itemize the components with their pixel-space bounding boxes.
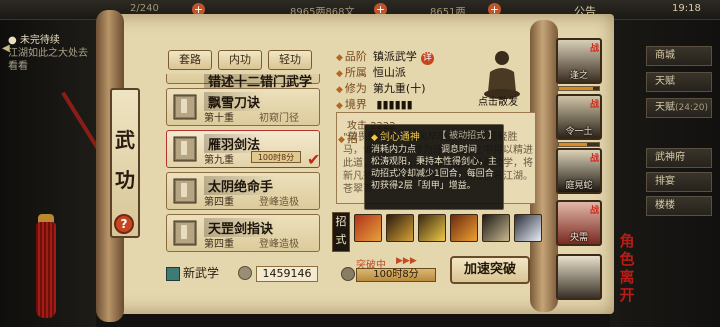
moves-label: 招式 [332, 212, 350, 252]
tooltip-tag: 【 被动招式 】 [437, 131, 497, 141]
tab-qinggong[interactable]: 轻功 [268, 50, 312, 70]
list-item[interactable]: 天罡剑指诀 第四重 登峰造极 [166, 214, 320, 252]
tooltip-desc: 松涛观阳，秉持本性得剑心，主动招式冷却减少1回合，每回合初获得2层「刮甲」增益。 [371, 157, 498, 191]
art-timer: 100时8分 [251, 151, 301, 163]
collapse-arrow-icon[interactable]: ◀ [2, 42, 10, 55]
portrait-level-bar [558, 142, 600, 147]
detail-grade: ◆ 品阶 镇派武学详 [336, 50, 434, 65]
quest-desc: 江湖如此之大处去看看 [8, 48, 88, 72]
character-portrait[interactable]: 战令一土 [556, 94, 602, 140]
wushen-button[interactable]: 武神府 [646, 148, 712, 168]
tab-inner-power[interactable]: 内功 [218, 50, 262, 70]
coin-icon [238, 266, 252, 280]
tassel [36, 222, 56, 318]
talent-timer-button[interactable]: 天赋(24:20) [646, 98, 712, 118]
new-art-button[interactable]: 新武学 [166, 264, 228, 284]
character-portrait[interactable]: 战逢之 [556, 38, 602, 84]
list-item[interactable]: 飘雪刀诀 第十重 初窥门径 [166, 88, 320, 126]
detail-faction: ◆ 所属 恒山派 [336, 66, 406, 79]
art-level: 第四重 [204, 197, 234, 208]
clock-time: 19:18 [672, 3, 701, 14]
martial-arts-list[interactable]: 错述十二错门武学 飘雪刀诀 第十重 初窥门径 雁羽剑法 第九重 100时8分 太… [166, 74, 322, 262]
art-stage: 登峰造极 [259, 197, 299, 208]
shop-button[interactable]: 商城 [646, 46, 712, 66]
clock-icon [341, 267, 355, 281]
burst-strike-icon[interactable] [514, 214, 542, 242]
tooltip-cooldown: 调息时间 [441, 145, 478, 155]
list-item[interactable]: 太阴绝命手 第四重 登峰造极 [166, 172, 320, 210]
grade-badge[interactable]: 详 [420, 52, 434, 65]
character-portrait[interactable] [556, 254, 602, 300]
breakthrough-timer: 100时8分 [356, 268, 436, 282]
talent-button[interactable]: 天赋 [646, 72, 712, 92]
tab-routines[interactable]: 套路 [168, 50, 212, 70]
character-portrait[interactable]: 战央需 [556, 200, 602, 246]
selected-check-icon: ✔ [307, 150, 321, 169]
quest-title: 未完待续 [19, 35, 60, 46]
list-item-selected[interactable]: 雁羽剑法 第九重 100时8分 [166, 130, 320, 168]
art-level: 第十重 [204, 113, 234, 124]
banquet-button[interactable]: 排宴 [646, 172, 712, 192]
book-icon [173, 94, 197, 120]
art-stage: 登峰造极 [259, 239, 299, 250]
speed-up-breakthrough-button[interactable]: 加速突破 [450, 256, 530, 284]
tooltip-cost: 消耗内力点 [371, 145, 417, 155]
flame-blade-icon[interactable] [450, 214, 478, 242]
art-level: 第九重 [204, 155, 234, 166]
leave-character-stamp[interactable]: 角色离开 [612, 232, 642, 304]
sword-slash-icon[interactable] [354, 214, 382, 242]
coin-amount: 1459146 [256, 266, 318, 282]
book-icon [173, 178, 197, 204]
skill-tooltip: ◆ 剑心通神 【 被动招式 】 消耗内力点 调息时间 松涛观阳，秉持本性得剑心，主… [364, 124, 504, 210]
book-icon [173, 136, 197, 162]
character-portrait[interactable]: 战庭晃蛇 [556, 148, 602, 194]
chevrons-icon: ▶▶▶ [396, 256, 417, 266]
art-level: 第四重 [204, 239, 234, 250]
gold-strike-icon[interactable] [418, 214, 446, 242]
detail-realm: ◆ 境界 ▮▮▮▮▮▮ [336, 98, 413, 111]
move-key: ◆ 招 [338, 132, 358, 145]
question-icon[interactable]: ? [114, 214, 134, 234]
realm-bars: ▮▮▮▮▮▮ [372, 98, 413, 111]
quest-tracker[interactable]: ◀ ● 未完待续 江湖如此之大处去看看 [2, 34, 88, 73]
detail-cultivation: ◆ 修为 第九重(十) [336, 82, 426, 95]
disperse-button[interactable]: 点击散发 [478, 93, 518, 108]
stamina-value: 2/240 [130, 3, 159, 14]
double-blade-icon[interactable] [386, 214, 414, 242]
portrait-level-bar [558, 86, 600, 91]
list-item[interactable]: 错述十二错门武学 [166, 74, 320, 90]
new-art-icon [166, 266, 180, 281]
tower-button[interactable]: 楼楼 [646, 196, 712, 216]
art-stage: 初窥门径 [259, 113, 299, 124]
book-icon [173, 220, 197, 246]
crossed-blades-icon[interactable] [482, 214, 510, 242]
